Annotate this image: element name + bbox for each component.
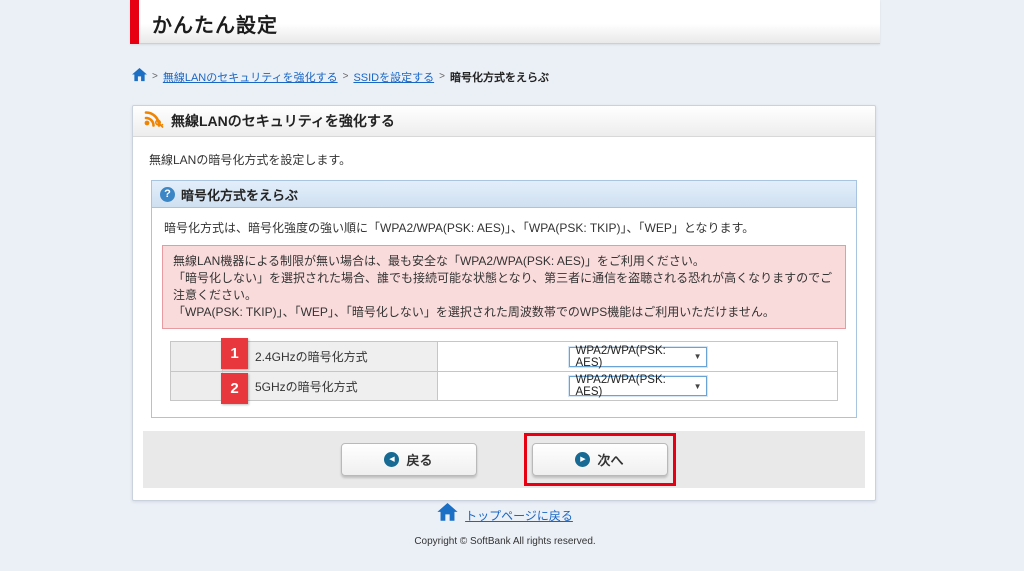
breadcrumb-current: 暗号化方式をえらぶ — [450, 69, 549, 85]
back-button-label: 戻る — [406, 450, 432, 469]
wireless-key-icon — [143, 109, 164, 134]
warning-line: 「暗号化しない」を選択された場合、誰でも接続可能な状態となり、第三者に通信を盗聴… — [173, 270, 835, 304]
main-panel: 無線LANのセキュリティを強化する 無線LANの暗号化方式を設定します。 ? 暗… — [132, 105, 876, 501]
table-row: 5GHzの暗号化方式 WPA2/WPA(PSK: AES) ▼ — [171, 371, 837, 400]
chevron-down-icon: ▼ — [694, 352, 702, 361]
top-page-link[interactable]: トップページに戻る — [465, 507, 573, 524]
help-icon: ? — [160, 187, 175, 202]
next-arrow-icon: ▶ — [575, 452, 590, 467]
encryption-select-2-4ghz[interactable]: WPA2/WPA(PSK: AES) ▼ — [569, 347, 707, 367]
encryption-box-header: ? 暗号化方式をえらぶ — [152, 181, 856, 208]
home-icon — [437, 503, 458, 527]
breadcrumb-link-security[interactable]: 無線LANのセキュリティを強化する — [163, 69, 338, 85]
breadcrumb-separator: > — [439, 71, 445, 82]
warning-line: 「WPA(PSK: TKIP)」、「WEP」、「暗号化しない」を選択された周波数… — [173, 304, 835, 321]
row-value-cell: WPA2/WPA(PSK: AES) ▼ — [438, 372, 837, 400]
breadcrumb-separator: > — [152, 71, 158, 82]
encryption-box-title: 暗号化方式をえらぶ — [181, 185, 298, 204]
row-number-cell — [171, 372, 223, 400]
selected-value: WPA2/WPA(PSK: AES) — [576, 374, 694, 398]
header-accent-bar — [130, 0, 139, 44]
next-button[interactable]: ▶ 次へ — [532, 443, 668, 476]
button-band: ◀ 戻る ▶ 次へ — [143, 431, 865, 488]
step-badge-1: 1 — [221, 338, 248, 369]
intro-text: 無線LANの暗号化方式を設定します。 — [133, 137, 875, 180]
encryption-table: 2.4GHzの暗号化方式 WPA2/WPA(PSK: AES) ▼ 5GHzの暗… — [170, 341, 838, 401]
row-number-cell — [171, 342, 223, 371]
encryption-select-5ghz[interactable]: WPA2/WPA(PSK: AES) ▼ — [569, 376, 707, 396]
encryption-box: ? 暗号化方式をえらぶ 暗号化方式は、暗号化強度の強い順に「WPA2/WPA(P… — [151, 180, 857, 418]
section-title: 無線LANのセキュリティを強化する — [171, 111, 395, 131]
back-button[interactable]: ◀ 戻る — [341, 443, 477, 476]
row-label-2-4ghz: 2.4GHzの暗号化方式 — [223, 342, 438, 371]
home-icon[interactable] — [132, 68, 147, 85]
page-header: かんたん設定 — [130, 0, 880, 44]
table-row: 2.4GHzの暗号化方式 WPA2/WPA(PSK: AES) ▼ — [171, 342, 837, 371]
breadcrumb-separator: > — [343, 71, 349, 82]
section-header: 無線LANのセキュリティを強化する — [133, 106, 875, 137]
back-arrow-icon: ◀ — [384, 452, 399, 467]
next-button-label: 次へ — [597, 450, 623, 469]
selected-value: WPA2/WPA(PSK: AES) — [576, 345, 694, 369]
chevron-down-icon: ▼ — [694, 382, 702, 391]
footer-top-link: トップページに戻る — [0, 503, 1010, 527]
page-title: かんたん設定 — [152, 9, 278, 38]
page-column: かんたん設定 > 無線LANのセキュリティを強化する > SSIDを設定する >… — [130, 0, 880, 44]
warning-line: 無線LAN機器による制限が無い場合は、最も安全な「WPA2/WPA(PSK: A… — [173, 253, 835, 270]
warning-box: 無線LAN機器による制限が無い場合は、最も安全な「WPA2/WPA(PSK: A… — [162, 245, 846, 329]
row-label-5ghz: 5GHzの暗号化方式 — [223, 372, 438, 400]
row-value-cell: WPA2/WPA(PSK: AES) ▼ — [438, 342, 837, 371]
encryption-description: 暗号化方式は、暗号化強度の強い順に「WPA2/WPA(PSK: AES)」、「W… — [162, 219, 846, 236]
breadcrumb-link-ssid[interactable]: SSIDを設定する — [353, 69, 434, 85]
breadcrumb: > 無線LANのセキュリティを強化する > SSIDを設定する > 暗号化方式を… — [132, 68, 549, 85]
copyright-text: Copyright © SoftBank All rights reserved… — [0, 536, 1010, 547]
step-badge-2: 2 — [221, 373, 248, 404]
